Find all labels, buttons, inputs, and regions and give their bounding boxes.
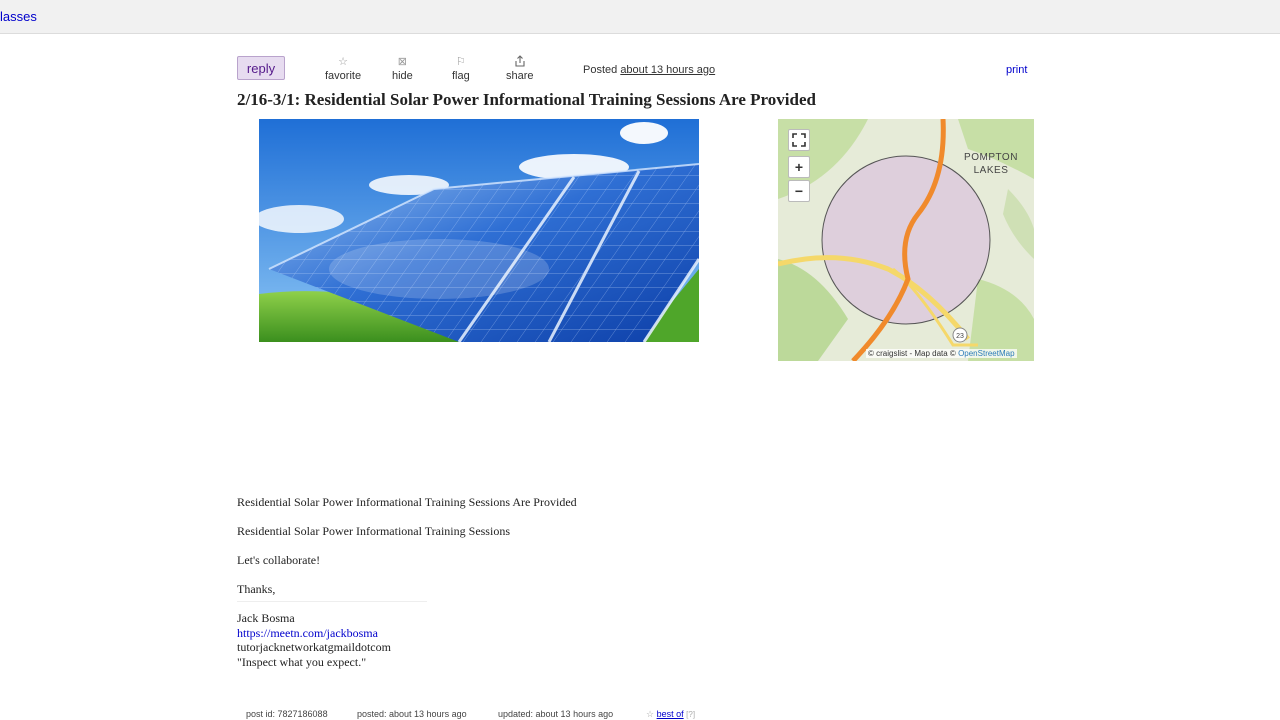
body-line-1: Residential Solar Power Informational Tr… xyxy=(237,495,577,509)
zoom-out-icon: − xyxy=(794,183,804,199)
top-bar: lasses xyxy=(0,0,1280,34)
zoom-out-button[interactable]: − xyxy=(788,180,810,202)
zoom-in-icon: + xyxy=(794,159,804,175)
share-button[interactable]: share xyxy=(506,55,534,82)
star-icon: ☆ xyxy=(646,709,655,719)
divider xyxy=(237,601,427,602)
post-image[interactable] xyxy=(259,119,699,342)
flag-icon: ⚐ xyxy=(455,56,466,68)
signature-name: Jack Bosma xyxy=(237,611,295,625)
openstreetmap-link[interactable]: OpenStreetMap xyxy=(958,349,1014,358)
map-attribution: © craigslist - Map data © OpenStreetMap xyxy=(866,349,1017,358)
post-title: 2/16-3/1: Residential Solar Power Inform… xyxy=(237,90,816,109)
breadcrumb-link[interactable]: lasses xyxy=(0,9,37,24)
body-line-3: Let's collaborate! xyxy=(237,553,321,567)
footer-updated: updated: about 13 hours ago xyxy=(498,709,614,719)
share-label: share xyxy=(506,70,534,82)
help-icon: [?] xyxy=(686,710,696,719)
best-of-link[interactable]: ☆ best of [?] xyxy=(646,709,695,720)
posted-info: Posted about 13 hours ago xyxy=(583,64,715,76)
map-attribution-text: © craigslist - Map data © xyxy=(868,349,956,358)
footer-posted: posted: about 13 hours ago xyxy=(357,709,467,719)
flag-label: flag xyxy=(452,70,470,82)
star-icon: ☆ xyxy=(338,56,348,68)
fullscreen-button[interactable] xyxy=(788,129,810,151)
favorite-label: favorite xyxy=(325,70,362,82)
reply-button[interactable]: reply xyxy=(237,56,285,80)
hide-button[interactable]: ⊠ hide xyxy=(392,55,413,82)
map-place-label: POMPTON LAKES xyxy=(964,152,1018,176)
post-id: post id: 7827186088 xyxy=(246,709,328,719)
posted-prefix: Posted xyxy=(583,64,618,76)
signature-email: tutorjacknetworkatgmaildotcom xyxy=(237,640,391,654)
body-line-4: Thanks, xyxy=(237,582,276,596)
share-icon xyxy=(506,55,534,69)
zoom-in-button[interactable]: + xyxy=(788,156,810,178)
favorite-button[interactable]: ☆ favorite xyxy=(325,55,361,82)
signature-link[interactable]: https://meetn.com/jackbosma xyxy=(237,626,378,641)
print-link[interactable]: print xyxy=(1006,64,1027,76)
signature-quote: "Inspect what you expect." xyxy=(237,655,367,669)
route-shield-label: 23 xyxy=(956,333,964,340)
hide-icon: ⊠ xyxy=(397,56,407,68)
hide-label: hide xyxy=(392,70,413,82)
fullscreen-icon xyxy=(792,133,806,150)
best-of-label: best of xyxy=(656,709,684,719)
body-line-2: Residential Solar Power Informational Tr… xyxy=(237,524,510,538)
posted-time: about 13 hours ago xyxy=(620,64,716,76)
flag-button[interactable]: ⚐ flag xyxy=(452,55,470,82)
